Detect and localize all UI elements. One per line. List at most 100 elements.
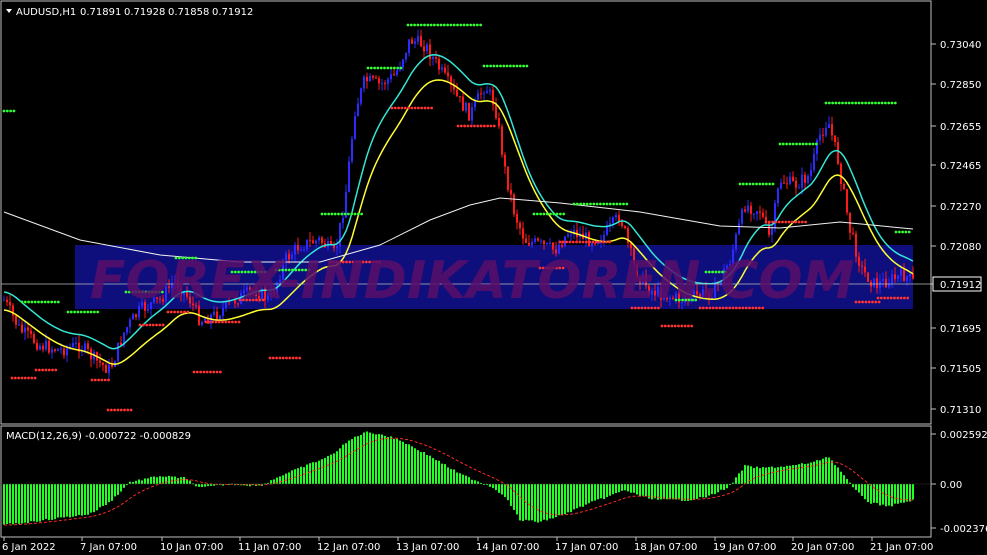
sar-dot <box>781 142 785 146</box>
sar-dot <box>79 310 83 314</box>
sar-dot <box>660 324 664 328</box>
macd-histogram-bar <box>99 484 101 508</box>
sar-dot <box>224 320 228 324</box>
time-tick-label: 6 Jan 2022 <box>2 542 56 553</box>
sar-dot <box>186 310 190 314</box>
candle-body <box>897 275 899 280</box>
candle-body <box>18 324 20 326</box>
macd-histogram-bar <box>303 467 305 484</box>
macd-histogram-bar <box>687 484 689 501</box>
macd-histogram-bar <box>51 484 53 520</box>
macd-histogram-bar <box>741 470 743 484</box>
macd-histogram-bar <box>738 473 740 484</box>
sar-dot <box>413 106 417 110</box>
candle-body <box>537 238 539 241</box>
sar-dot <box>366 66 370 70</box>
sar-dot <box>883 296 886 300</box>
macd-histogram-bar <box>360 434 362 484</box>
macd-histogram-bar <box>363 432 365 484</box>
macd-histogram-bar <box>339 448 341 484</box>
macd-histogram-bar <box>414 448 416 484</box>
ohlc-high: 0.71928 <box>124 7 165 18</box>
sar-dot <box>166 310 170 314</box>
candle-body <box>741 209 743 224</box>
sar-dot <box>89 310 93 314</box>
price-pane-frame <box>0 0 932 425</box>
sar-dot <box>100 378 104 382</box>
sar-dot <box>559 212 562 216</box>
time-tick-label: 14 Jan 07:00 <box>476 542 539 553</box>
sar-dot <box>795 142 798 146</box>
sar-dot <box>555 212 559 216</box>
chart-canvas[interactable]: FOREX-INDIKATOREN.COM AUDUSD,H1 0.71891 … <box>0 0 987 555</box>
sar-dot <box>741 182 745 186</box>
macd-histogram-bar <box>54 484 56 520</box>
sar-dot <box>771 220 774 224</box>
macd-histogram-bar <box>441 463 443 484</box>
macd-histogram-bar <box>588 484 590 504</box>
sar-dot <box>126 408 130 412</box>
candle-body <box>528 242 530 246</box>
macd-histogram-bar <box>630 484 632 493</box>
candle-body <box>822 134 824 136</box>
sar-dot <box>811 142 815 146</box>
macd-histogram-bar <box>801 463 803 484</box>
sar-dot <box>784 220 788 224</box>
sar-dot <box>234 320 238 324</box>
price-tick-label: 0.72655 <box>940 122 981 133</box>
macd-histogram-bar <box>507 484 509 501</box>
sar-dot <box>406 23 410 27</box>
macd-histogram-bar <box>438 460 440 484</box>
macd-histogram-bar <box>447 467 449 484</box>
candle-body <box>513 194 515 215</box>
macd-histogram-bar <box>717 484 719 493</box>
macd-histogram-bar <box>72 484 74 517</box>
sar-dot <box>409 23 413 27</box>
macd-histogram-bar <box>621 484 623 491</box>
sar-dot <box>192 370 196 374</box>
candle-body <box>858 256 860 266</box>
candle-body <box>423 46 425 52</box>
watermark-text: FOREX-INDIKATOREN.COM <box>90 251 854 311</box>
candle-body <box>30 330 32 334</box>
candle-body <box>783 182 785 184</box>
sar-dot <box>549 212 552 216</box>
candle-body <box>789 176 791 185</box>
candle-body <box>99 360 101 363</box>
sar-dot <box>876 296 880 300</box>
sar-dot <box>54 368 58 372</box>
candle-body <box>75 342 77 344</box>
chevron-down-icon[interactable] <box>6 9 12 13</box>
sar-dot <box>515 64 519 68</box>
sar-dot <box>857 300 861 304</box>
macd-histogram-bar <box>714 484 716 495</box>
candle-body <box>318 237 320 241</box>
macd-histogram-bar <box>681 484 683 501</box>
sar-dot <box>69 310 73 314</box>
time-tick-label: 17 Jan 07:00 <box>555 542 618 553</box>
macd-histogram-bar <box>825 457 827 484</box>
macd-histogram-bar <box>351 439 353 484</box>
sar-dot <box>854 101 858 105</box>
sar-dot <box>76 310 80 314</box>
sar-dot <box>791 220 794 224</box>
macd-histogram-bar <box>876 484 878 504</box>
sar-dot <box>604 240 608 244</box>
candle-body <box>816 140 818 154</box>
sar-dot <box>389 66 393 70</box>
sar-dot <box>145 323 149 327</box>
sar-dot <box>433 23 436 27</box>
sar-dot <box>47 368 51 372</box>
price-pane[interactable] <box>1 23 931 412</box>
macd-histogram-bar <box>477 481 479 484</box>
sar-dot <box>205 370 209 374</box>
candle-body <box>516 214 518 223</box>
sar-dot <box>505 64 509 68</box>
sar-dot <box>37 368 41 372</box>
sar-dot <box>893 101 897 105</box>
sar-dot <box>237 320 241 324</box>
macd-histogram-bar <box>474 480 476 484</box>
sar-dot <box>51 368 54 372</box>
macd-pane[interactable] <box>1 431 931 526</box>
macd-histogram-bar <box>198 484 200 487</box>
